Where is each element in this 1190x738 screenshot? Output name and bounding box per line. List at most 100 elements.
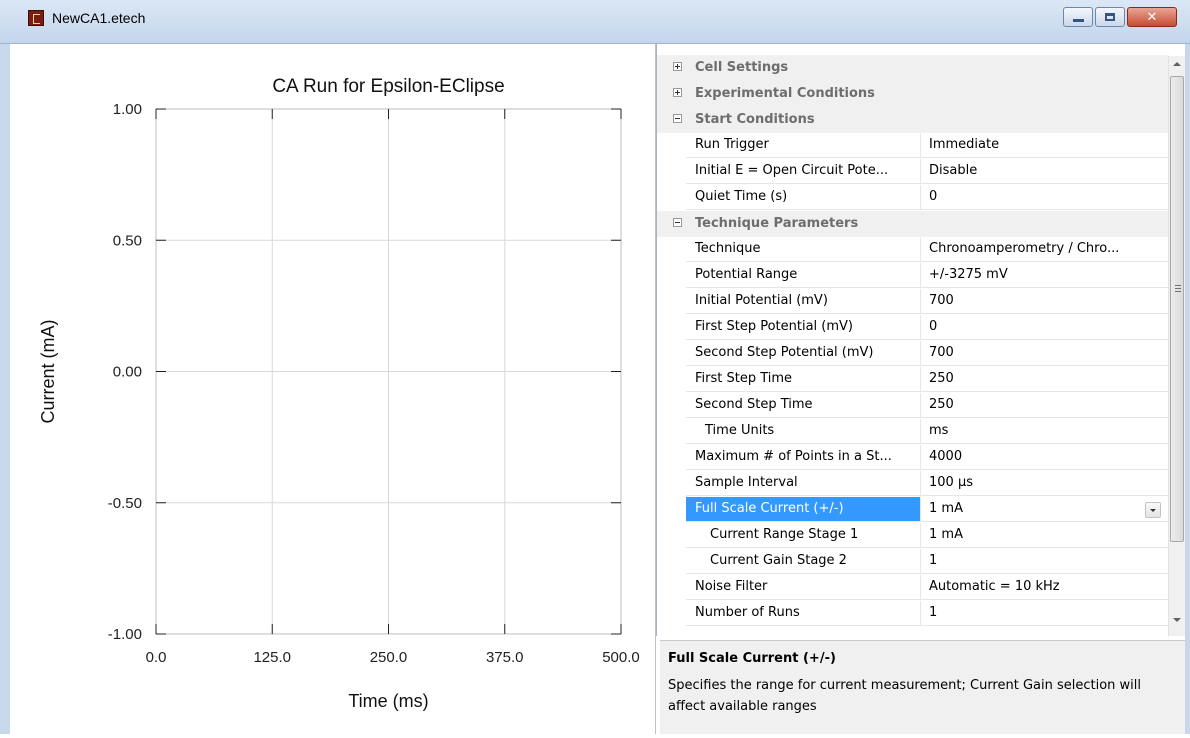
category-label: Experimental Conditions [695, 86, 875, 101]
property-value[interactable]: 1 [921, 601, 1169, 626]
property-value[interactable]: 0 [921, 315, 1169, 340]
expand-icon[interactable] [673, 88, 682, 97]
minimize-button[interactable] [1063, 7, 1093, 27]
property-name: Initial E = Open Circuit Pote... [686, 159, 921, 184]
property-name: First Step Potential (mV) [686, 315, 921, 340]
expand-icon[interactable] [673, 62, 682, 71]
property-row[interactable]: Run Trigger Immediate [657, 133, 1169, 159]
property-row[interactable]: Number of Runs 1 [657, 601, 1169, 627]
property-row[interactable]: Potential Range +/-3275 mV [657, 263, 1169, 289]
property-value[interactable]: 1 mA [921, 497, 1169, 522]
vertical-scrollbar[interactable] [1168, 56, 1185, 636]
property-value[interactable]: 700 [921, 289, 1169, 314]
property-value[interactable]: 4000 [921, 445, 1169, 470]
property-value[interactable]: 1 mA [921, 523, 1169, 548]
category-label: Technique Parameters [695, 216, 859, 231]
property-row[interactable]: Current Gain Stage 2 1 [657, 549, 1169, 575]
x-tick-label: 375.0 [486, 649, 524, 666]
property-name: Potential Range [686, 263, 921, 288]
property-grid[interactable]: Cell Settings Experimental Conditions St… [656, 44, 1169, 636]
window-title: NewCA1.etech [52, 10, 146, 26]
x-tick-label: 0.0 [146, 649, 167, 666]
property-name: Initial Potential (mV) [686, 289, 921, 314]
property-value[interactable]: 1 [921, 549, 1169, 574]
grip-line [1175, 285, 1181, 286]
close-button[interactable]: ✕ [1127, 7, 1177, 27]
y-tick-label: 0.50 [113, 232, 142, 249]
chart: 0.0 125.0 250.0 375.0 500.0 1.00 0.50 0.00 -0.50… [38, 76, 640, 711]
minimize-icon [1072, 18, 1084, 22]
category-start-conditions[interactable]: Start Conditions [657, 107, 1169, 133]
property-row[interactable]: Initial E = Open Circuit Pote... Disable [657, 159, 1169, 185]
property-row[interactable]: First Step Potential (mV) 0 [657, 315, 1169, 341]
y-tick-label: -0.50 [108, 495, 142, 512]
property-row-selected[interactable]: Full Scale Current (+/-) 1 mA [657, 497, 1169, 523]
grip-line [1175, 291, 1181, 292]
property-row[interactable]: Second Step Potential (mV) 700 [657, 341, 1169, 367]
category-cell-settings[interactable]: Cell Settings [657, 55, 1169, 81]
property-value[interactable]: Automatic = 10 kHz [921, 575, 1169, 600]
window-frame-left [0, 44, 10, 734]
property-value[interactable]: 250 [921, 367, 1169, 392]
property-value[interactable]: 100 µs [921, 471, 1169, 496]
chart-title: CA Run for Epsilon-EClipse [272, 76, 504, 97]
property-name: Current Range Stage 1 [686, 523, 921, 548]
property-row[interactable]: Current Range Stage 1 1 mA [657, 523, 1169, 549]
property-name: Run Trigger [686, 133, 921, 158]
x-tick-label: 500.0 [602, 649, 640, 666]
scrollbar-thumb[interactable] [1170, 76, 1184, 542]
property-name: Quiet Time (s) [686, 185, 921, 210]
y-tick-label: -1.00 [108, 626, 142, 643]
property-name: Noise Filter [686, 575, 921, 600]
property-name: Second Step Time [686, 393, 921, 418]
category-experimental-conditions[interactable]: Experimental Conditions [657, 81, 1169, 107]
property-name: Full Scale Current (+/-) [686, 497, 921, 522]
property-name: First Step Time [686, 367, 921, 392]
property-value[interactable]: 0 [921, 185, 1169, 210]
description-title: Full Scale Current (+/-) [668, 651, 836, 666]
x-axis-label: Time (ms) [348, 691, 428, 711]
maximize-icon [1105, 13, 1115, 21]
grip-line [1175, 288, 1181, 289]
property-row[interactable]: Noise Filter Automatic = 10 kHz [657, 575, 1169, 601]
close-icon: ✕ [1146, 9, 1158, 25]
scroll-up-icon[interactable] [1173, 62, 1181, 66]
y-axis-label: Current (mA) [38, 319, 58, 423]
property-name: Second Step Potential (mV) [686, 341, 921, 366]
property-name: Current Gain Stage 2 [686, 549, 921, 574]
property-value[interactable]: 700 [921, 341, 1169, 366]
property-value[interactable]: Immediate [921, 133, 1169, 158]
scroll-down-icon[interactable] [1173, 618, 1181, 622]
property-row[interactable]: First Step Time 250 [657, 367, 1169, 393]
property-value[interactable]: +/-3275 mV [921, 263, 1169, 288]
y-tick-label: 1.00 [113, 101, 142, 118]
property-name: Time Units [686, 419, 921, 444]
property-row[interactable]: Maximum # of Points in a St... 4000 [657, 445, 1169, 471]
property-name: Number of Runs [686, 601, 921, 626]
window-frame-right [1185, 44, 1190, 734]
property-value[interactable]: Chronoamperometry / Chro... [921, 237, 1169, 262]
maximize-button[interactable] [1095, 7, 1125, 27]
property-row[interactable]: Initial Potential (mV) 700 [657, 289, 1169, 315]
property-value[interactable]: Disable [921, 159, 1169, 184]
property-name: Technique [686, 237, 921, 262]
category-label: Start Conditions [695, 112, 815, 127]
property-row[interactable]: Quiet Time (s) 0 [657, 185, 1169, 211]
app-icon [28, 10, 44, 26]
property-row[interactable]: Sample Interval 100 µs [657, 471, 1169, 497]
description-panel: Full Scale Current (+/-) Specifies the r… [660, 640, 1185, 734]
property-name: Maximum # of Points in a St... [686, 445, 921, 470]
description-text: Specifies the range for current measurem… [668, 678, 1142, 714]
property-row[interactable]: Technique Chronoamperometry / Chro... [657, 237, 1169, 263]
dropdown-arrow-icon[interactable] [1145, 502, 1161, 518]
collapse-icon[interactable] [673, 114, 682, 123]
property-value-text: 1 mA [929, 501, 963, 516]
property-row[interactable]: Time Units ms [657, 419, 1169, 445]
chart-pane: 0.0 125.0 250.0 375.0 500.0 1.00 0.50 0.00 -0.50… [10, 44, 656, 734]
category-technique-parameters[interactable]: Technique Parameters [657, 211, 1169, 237]
property-row[interactable]: Second Step Time 250 [657, 393, 1169, 419]
property-value[interactable]: 250 [921, 393, 1169, 418]
category-label: Cell Settings [695, 60, 789, 75]
collapse-icon[interactable] [673, 218, 682, 227]
property-value[interactable]: ms [921, 419, 1169, 444]
